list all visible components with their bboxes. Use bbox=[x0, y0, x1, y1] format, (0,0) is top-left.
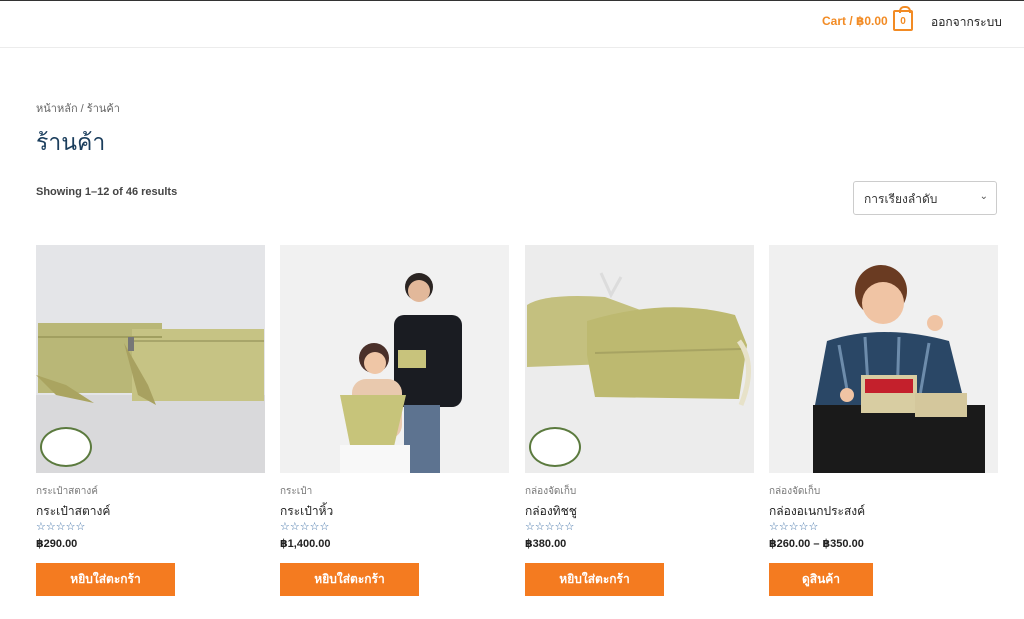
site-header: Cart / ฿0.00 0 ออกจากระบบ bbox=[0, 0, 1024, 48]
breadcrumb-current: ร้านค้า bbox=[86, 103, 120, 115]
product-title[interactable]: กล่องทิชชู bbox=[525, 502, 577, 521]
product-image[interactable] bbox=[769, 245, 998, 473]
cart-count: 0 bbox=[900, 16, 906, 27]
breadcrumb-separator: / bbox=[80, 103, 84, 115]
product-category[interactable]: กล่องจัดเก็บ bbox=[525, 484, 576, 499]
product-category[interactable]: กระเป๋า bbox=[280, 484, 312, 499]
product-title[interactable]: กระเป๋าสตางค์ bbox=[36, 502, 110, 521]
brand-logo-stamp bbox=[40, 427, 92, 467]
product-image[interactable] bbox=[525, 245, 754, 473]
product-card: กระเป๋าสตางค์ กระเป๋าสตางค์ ☆☆☆☆☆ ฿290.0… bbox=[36, 245, 265, 596]
logout-link[interactable]: ออกจากระบบ bbox=[931, 14, 1002, 30]
cart-bag-icon[interactable]: 0 bbox=[893, 6, 913, 31]
breadcrumb: หน้าหลัก / ร้านค้า bbox=[36, 99, 120, 117]
view-product-button[interactable]: ดูสินค้า bbox=[769, 563, 873, 596]
product-card: กล่องจัดเก็บ กล่องอเนกประสงค์ ☆☆☆☆☆ ฿260… bbox=[769, 245, 998, 596]
brand-logo-stamp bbox=[529, 427, 581, 467]
product-title[interactable]: กล่องอเนกประสงค์ bbox=[769, 502, 865, 521]
product-card: กล่องจัดเก็บ กล่องทิชชู ☆☆☆☆☆ ฿380.00 หย… bbox=[525, 245, 754, 596]
product-image[interactable] bbox=[280, 245, 509, 473]
star-rating: ☆☆☆☆☆ bbox=[280, 521, 330, 533]
cart-link[interactable]: Cart / ฿0.00 bbox=[822, 13, 888, 29]
star-rating: ☆☆☆☆☆ bbox=[769, 521, 819, 533]
orderby-value: การเรียงลำดับ bbox=[864, 192, 938, 206]
orderby-select[interactable]: การเรียงลำดับ ⌄ bbox=[853, 181, 997, 215]
result-count: Showing 1–12 of 46 results bbox=[36, 186, 178, 198]
page-title: ร้านค้า bbox=[36, 129, 106, 155]
add-to-cart-button[interactable]: หยิบใส่ตะกร้า bbox=[525, 563, 664, 596]
breadcrumb-home[interactable]: หน้าหลัก bbox=[36, 103, 78, 115]
product-card: กระเป๋า กระเป๋าหิ้ว ☆☆☆☆☆ ฿1,400.00 หยิบ… bbox=[280, 245, 509, 596]
product-image[interactable] bbox=[36, 245, 265, 473]
product-price: ฿380.00 bbox=[525, 538, 567, 550]
star-rating: ☆☆☆☆☆ bbox=[36, 521, 86, 533]
chevron-down-icon: ⌄ bbox=[979, 191, 988, 202]
star-rating: ☆☆☆☆☆ bbox=[525, 521, 575, 533]
product-price: ฿290.00 bbox=[36, 538, 78, 550]
product-title[interactable]: กระเป๋าหิ้ว bbox=[280, 502, 333, 521]
add-to-cart-button[interactable]: หยิบใส่ตะกร้า bbox=[280, 563, 419, 596]
product-category[interactable]: กระเป๋าสตางค์ bbox=[36, 484, 98, 499]
product-price: ฿260.00 – ฿350.00 bbox=[769, 538, 864, 550]
add-to-cart-button[interactable]: หยิบใส่ตะกร้า bbox=[36, 563, 175, 596]
product-price: ฿1,400.00 bbox=[280, 538, 331, 550]
product-category[interactable]: กล่องจัดเก็บ bbox=[769, 484, 820, 499]
